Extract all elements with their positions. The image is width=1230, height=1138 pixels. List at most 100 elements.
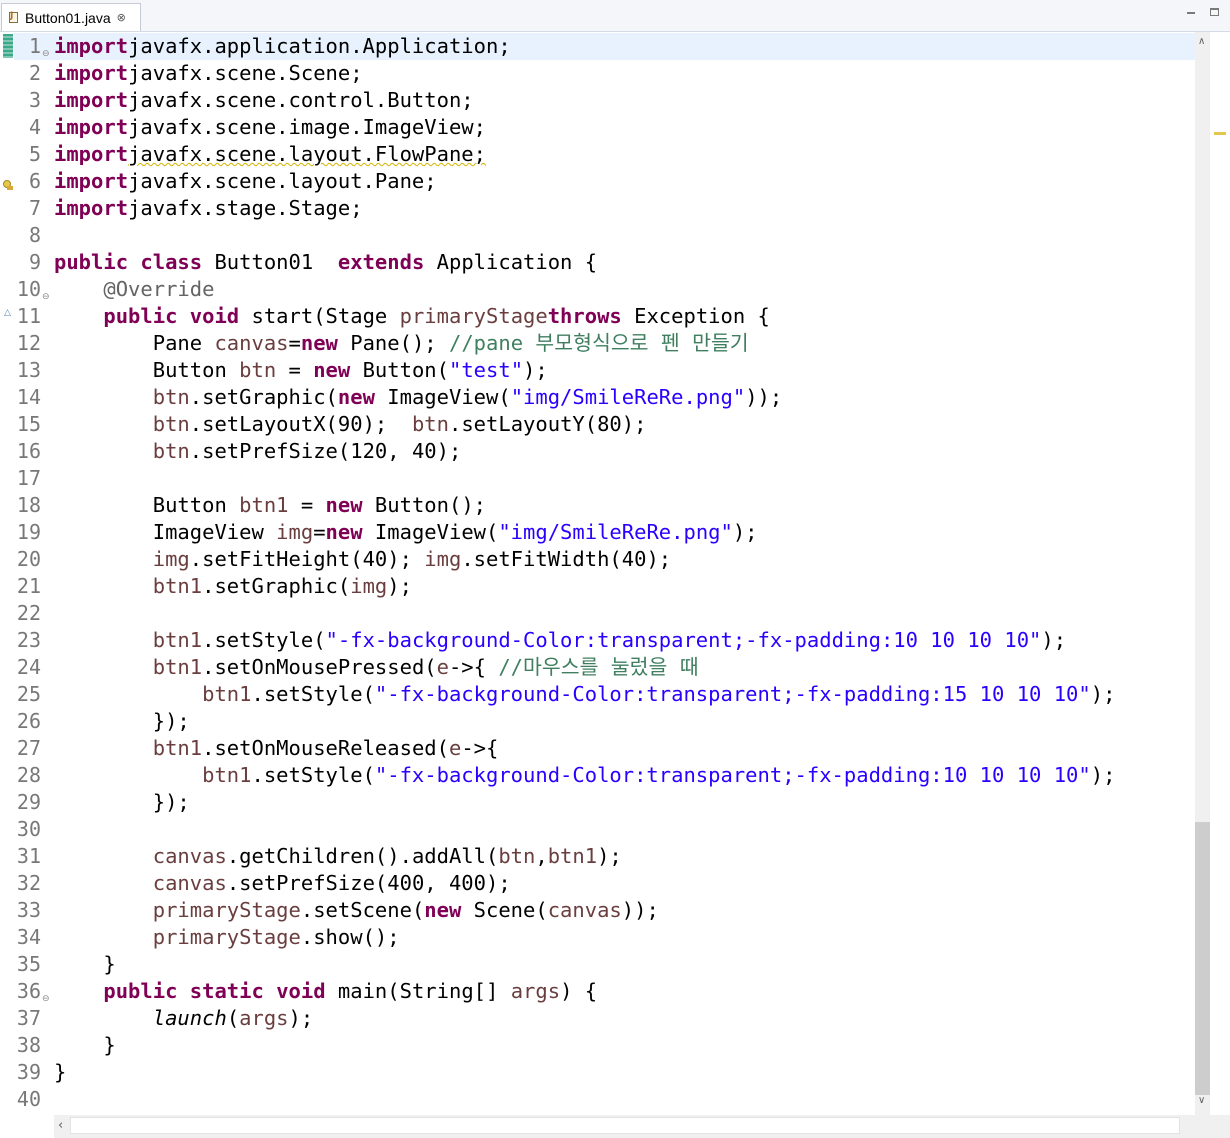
code-token: start(Stage: [239, 304, 400, 328]
string-token: "-fx-background-Color:transparent;-fx-pa…: [374, 682, 1091, 706]
comment-token: //마우스를 눌렀을 때: [498, 655, 699, 679]
code-line[interactable]: btn1.setOnMousePressed(e->{ //마우스를 눌렀을 때: [54, 653, 1115, 680]
code-line[interactable]: importjavafx.scene.layout.FlowPane;: [54, 140, 1115, 167]
scroll-corner: [1195, 1115, 1230, 1138]
variable-token: btn1: [152, 574, 203, 598]
overview-warning-mark[interactable]: [1214, 132, 1226, 135]
keyword-token: static: [189, 979, 264, 1003]
code-token: ) {: [560, 979, 598, 1003]
code-token: Button: [54, 493, 240, 517]
code-line[interactable]: launch(args);: [54, 1004, 1115, 1031]
code-line[interactable]: public static void main(String[] args) {: [54, 977, 1115, 1004]
code-line[interactable]: btn1.setOnMouseReleased(e->{: [54, 734, 1115, 761]
tab-button01-java[interactable]: Button01.java ⊗: [1, 3, 141, 31]
code-editor[interactable]: 1⊖2345678910⊖111213141516171819202122232…: [0, 32, 1195, 1115]
code-line[interactable]: });: [54, 707, 1115, 734]
scroll-up-icon[interactable]: ∧: [1198, 36, 1205, 47]
code-text[interactable]: importjavafx.application.Application; imp…: [54, 32, 1115, 1112]
code-line[interactable]: primaryStage.show();: [54, 923, 1115, 950]
code-token: ));: [621, 898, 659, 922]
code-line[interactable]: btn1.setGraphic(img);: [54, 572, 1115, 599]
code-line[interactable]: [54, 464, 1115, 491]
code-line[interactable]: });: [54, 788, 1115, 815]
code-line[interactable]: public void start(Stage primaryStagethro…: [54, 302, 1115, 329]
annotation-token: @Override: [103, 277, 215, 301]
code-token: });: [54, 709, 190, 733]
variable-token: img: [350, 574, 388, 598]
variable-token: btn: [152, 412, 190, 436]
fold-collapse-icon[interactable]: ⊖: [42, 985, 50, 1014]
string-token: "test": [448, 358, 524, 382]
code-line[interactable]: [54, 815, 1115, 842]
code-token: );: [1041, 628, 1067, 652]
code-line[interactable]: btn.setPrefSize(120, 40);: [54, 437, 1115, 464]
keyword-token: void: [189, 304, 240, 328]
maximize-icon[interactable]: [1208, 6, 1222, 20]
warning-icon[interactable]: [2, 180, 13, 191]
line-number: 28: [16, 763, 41, 787]
code-line[interactable]: img.setFitHeight(40); img.setFitWidth(40…: [54, 545, 1115, 572]
code-line[interactable]: importjavafx.scene.image.ImageView;: [54, 113, 1115, 140]
code-line[interactable]: Pane canvas=new Pane(); //pane 부모형식으로 펜 …: [54, 329, 1115, 356]
line-number: 14: [16, 385, 41, 409]
code-line[interactable]: importjavafx.application.Application;: [54, 32, 1115, 59]
keyword-token: throws: [547, 304, 622, 328]
variable-token: e: [448, 736, 462, 760]
overview-ruler[interactable]: [1210, 32, 1230, 1115]
code-line[interactable]: btn1.setStyle("-fx-background-Color:tran…: [54, 626, 1115, 653]
code-line[interactable]: Button btn = new Button("test");: [54, 356, 1115, 383]
line-number: 21: [16, 574, 41, 598]
line-number: 26: [16, 709, 41, 733]
code-token: });: [54, 790, 190, 814]
variable-token: primaryStage: [152, 898, 301, 922]
code-line[interactable]: importjavafx.scene.Scene;: [54, 59, 1115, 86]
code-line[interactable]: btn.setGraphic(new ImageView("img/SmileR…: [54, 383, 1115, 410]
code-line[interactable]: importjavafx.stage.Stage;: [54, 194, 1115, 221]
scroll-left-icon[interactable]: ‹: [58, 1118, 63, 1133]
code-token: .setStyle(: [251, 763, 375, 787]
variable-token: btn1: [152, 628, 203, 652]
code-line[interactable]: importjavafx.scene.control.Button;: [54, 86, 1115, 113]
keyword-token: extends: [337, 250, 425, 274]
string-token: "-fx-background-Color:transparent;-fx-pa…: [374, 763, 1091, 787]
line-number: 30: [16, 817, 41, 841]
code-line[interactable]: ImageView img=new ImageView("img/SmileRe…: [54, 518, 1115, 545]
code-token: Exception {: [621, 304, 770, 328]
code-token: ->{: [448, 655, 499, 679]
code-line[interactable]: [54, 221, 1115, 248]
fold-collapse-icon[interactable]: ⊖: [42, 40, 50, 69]
code-line[interactable]: [54, 599, 1115, 626]
line-number-gutter: 1 ⊖ 2 3 4 5 6 7 8 9 10 ⊖ 11 12 13 14 15 16 17 18 19 20 21 22 23 2…: [14, 32, 54, 1112]
code-line[interactable]: btn.setLayoutX(90); btn.setLayoutY(80);: [54, 410, 1115, 437]
code-line[interactable]: }: [54, 950, 1115, 977]
variable-token: btn: [498, 844, 536, 868]
horizontal-scroll-thumb[interactable]: [70, 1117, 1180, 1134]
code-line[interactable]: Button btn1 = new Button();: [54, 491, 1115, 518]
vertical-scroll-thumb[interactable]: [1195, 822, 1210, 1095]
code-line[interactable]: btn1.setStyle("-fx-background-Color:tran…: [54, 680, 1115, 707]
line-number: 29: [16, 790, 41, 814]
close-icon[interactable]: ⊗: [117, 11, 126, 24]
fold-collapse-icon[interactable]: ⊖: [42, 283, 50, 312]
code-line[interactable]: primaryStage.setScene(new Scene(canvas))…: [54, 896, 1115, 923]
code-line[interactable]: canvas.setPrefSize(400, 400);: [54, 869, 1115, 896]
code-token: }: [54, 1033, 116, 1057]
code-line[interactable]: [54, 1085, 1115, 1112]
code-line[interactable]: public class Button01 extends Applicatio…: [54, 248, 1115, 275]
code-line[interactable]: @Override: [54, 275, 1115, 302]
minimize-icon[interactable]: [1184, 6, 1198, 20]
variable-token: canvas: [152, 871, 227, 895]
variable-token: btn: [239, 358, 277, 382]
comment-token: //pane 부모형식으로 펜 만들기: [448, 331, 749, 355]
code-token: Scene(: [461, 898, 548, 922]
code-line[interactable]: }: [54, 1058, 1115, 1085]
code-line[interactable]: canvas.getChildren().addAll(btn,btn1);: [54, 842, 1115, 869]
code-line[interactable]: }: [54, 1031, 1115, 1058]
code-line[interactable]: importjavafx.scene.layout.Pane;: [54, 167, 1115, 194]
string-token: "img/SmileReRe.png": [498, 520, 733, 544]
code-token: ImageView(: [362, 520, 499, 544]
code-line[interactable]: btn1.setStyle("-fx-background-Color:tran…: [54, 761, 1115, 788]
variable-token: btn1: [239, 493, 289, 517]
scroll-down-icon[interactable]: ∨: [1198, 1095, 1205, 1106]
